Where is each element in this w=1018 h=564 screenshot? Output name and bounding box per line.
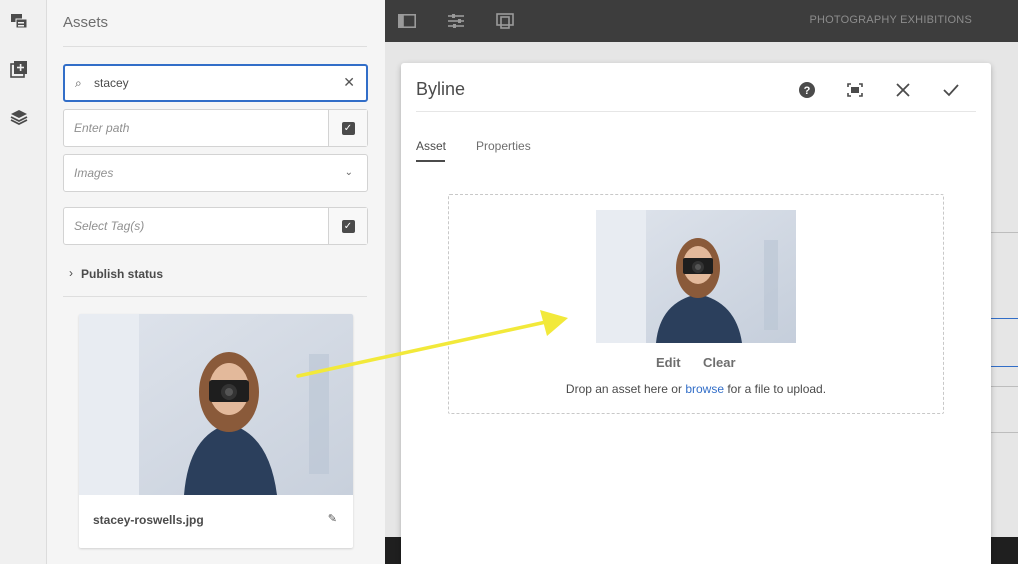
asset-dropzone[interactable]: Edit Clear Drop an asset here or browse … [448, 194, 944, 414]
dropzone-hint: Drop an asset here or browse for a file … [449, 382, 943, 396]
page-title: PHOTOGRAPHY EXHIBITIONS [809, 14, 972, 26]
path-field[interactable]: Enter path ✓ [63, 109, 368, 147]
close-icon [896, 83, 910, 97]
editor-toolbar: PHOTOGRAPHY EXHIBITIONS [385, 0, 1018, 42]
active-tab-indicator [416, 160, 445, 162]
fullscreen-button[interactable] [841, 79, 869, 101]
chevron-right-icon[interactable]: › [69, 266, 73, 280]
help-button[interactable]: ? [793, 79, 821, 101]
clear-asset-button[interactable]: Clear [703, 355, 736, 370]
byline-dialog: Byline ? Asset Properties Edit Clear Dro… [401, 63, 991, 564]
asset-type-select[interactable]: Images ⌄ [63, 154, 368, 192]
dialog-actions: ? [793, 79, 965, 101]
pencil-icon[interactable]: ✎ [328, 512, 337, 525]
svg-text:?: ? [804, 85, 811, 97]
hint-text: for a file to upload. [724, 382, 827, 396]
asset-type-value: Images [74, 166, 114, 180]
add-component-icon[interactable] [9, 59, 29, 79]
dialog-title: Byline [416, 79, 466, 99]
divider [63, 46, 367, 47]
assets-filter-icon[interactable] [9, 11, 29, 31]
emulator-icon[interactable] [495, 11, 515, 31]
divider [991, 318, 1018, 319]
close-button[interactable] [889, 79, 917, 101]
divider [991, 366, 1018, 367]
divider [991, 432, 1018, 433]
asset-filename: stacey-roswells.jpg [93, 513, 204, 527]
path-input[interactable]: Enter path [74, 121, 129, 135]
help-icon: ? [799, 82, 815, 98]
page-properties-icon[interactable] [397, 11, 417, 31]
divider [416, 111, 976, 112]
checkbox-icon: ✓ [341, 121, 355, 135]
hint-text: Drop an asset here or [565, 382, 686, 396]
checkbox-icon: ✓ [341, 219, 355, 233]
search-field[interactable]: ⌕ stacey ✕ [63, 64, 368, 102]
browse-link[interactable]: browse [685, 382, 724, 396]
side-rail [0, 0, 47, 564]
tags-field[interactable]: Select Tag(s) ✓ [63, 207, 368, 245]
tab-asset[interactable]: Asset [416, 139, 446, 153]
divider [63, 296, 367, 297]
divider [991, 232, 1018, 233]
edit-asset-button[interactable]: Edit [656, 355, 681, 370]
layers-icon[interactable] [9, 107, 29, 127]
panel-title: Assets [63, 14, 109, 31]
clear-search-icon[interactable]: ✕ [343, 74, 355, 91]
publish-status-toggle[interactable]: Publish status [81, 267, 163, 281]
search-input[interactable]: stacey [94, 76, 129, 90]
done-button[interactable] [937, 79, 965, 101]
assets-panel: Assets ⌕ stacey ✕ Enter path ✓ Images ⌄ … [47, 0, 385, 564]
search-icon: ⌕ [75, 76, 82, 90]
asset-preview [596, 210, 796, 343]
adjust-icon[interactable] [446, 11, 466, 31]
fullscreen-icon [847, 83, 863, 97]
divider [991, 386, 1018, 387]
asset-card[interactable]: stacey-roswells.jpg ✎ [79, 314, 353, 548]
tags-picker-button[interactable]: ✓ [328, 208, 367, 244]
tags-input[interactable]: Select Tag(s) [74, 219, 144, 233]
path-browse-button[interactable]: ✓ [328, 110, 367, 146]
checkmark-icon [943, 84, 959, 97]
chevron-down-icon: ⌄ [344, 167, 353, 178]
tab-properties[interactable]: Properties [476, 139, 531, 153]
asset-thumbnail[interactable] [79, 314, 353, 495]
